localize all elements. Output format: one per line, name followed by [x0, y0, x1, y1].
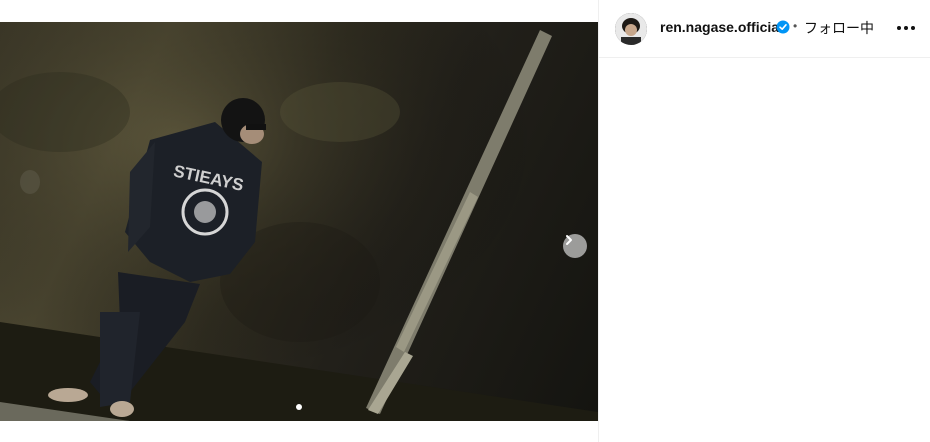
instagram-post: STIEAYS ren.nagase.official • フォロー中	[0, 0, 930, 442]
verified-badge-icon	[776, 20, 790, 34]
photo-scene: STIEAYS	[0, 22, 598, 421]
post-header: ren.nagase.official • フォロー中	[599, 0, 930, 58]
carousel-indicator	[0, 404, 598, 410]
carousel-dot-active	[296, 404, 302, 410]
username-link[interactable]: ren.nagase.official	[660, 19, 783, 35]
chevron-right-icon	[566, 235, 572, 245]
next-slide-button[interactable]	[563, 234, 587, 258]
separator-dot: •	[793, 19, 798, 33]
more-options-icon[interactable]	[896, 18, 916, 38]
avatar-image	[615, 13, 647, 45]
panel-divider	[598, 0, 599, 442]
avatar[interactable]	[615, 13, 647, 45]
post-photo[interactable]: STIEAYS	[0, 22, 598, 421]
following-button[interactable]: フォロー中	[804, 18, 874, 38]
